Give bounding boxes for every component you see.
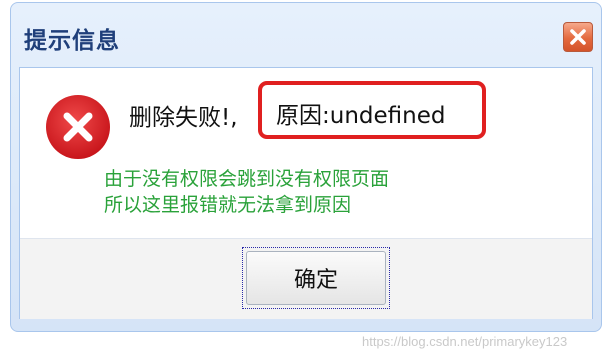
error-icon [46, 95, 110, 159]
dialog-footer: 确定 [20, 238, 592, 319]
note-line: 由于没有权限会跳到没有权限页面 [104, 168, 390, 190]
watermark: https://blog.csdn.net/primarykey123 [362, 334, 568, 349]
message-prefix: 删除失败!, [129, 105, 238, 131]
close-icon [570, 29, 586, 45]
note-line: 所以这里报错就无法拿到原因 [104, 194, 352, 216]
close-button[interactable] [563, 22, 593, 52]
ok-button[interactable]: 确定 [242, 247, 390, 309]
ok-button-label: 确定 [246, 251, 386, 305]
dialog-window: 提示信息 删除失败!, 原因:undefined 由于没有权限会跳到没有权限页面… [10, 2, 602, 332]
note-text: 由于没有权限会跳到没有权限页面 所以这里报错就无法拿到原因 [104, 166, 389, 218]
reason-highlight: 原因:undefined [258, 81, 486, 139]
dialog-title: 提示信息 [24, 28, 120, 54]
dialog-content: 删除失败!, 原因:undefined 由于没有权限会跳到没有权限页面 所以这里… [19, 67, 593, 319]
message-reason: 原因:undefined [276, 103, 446, 129]
